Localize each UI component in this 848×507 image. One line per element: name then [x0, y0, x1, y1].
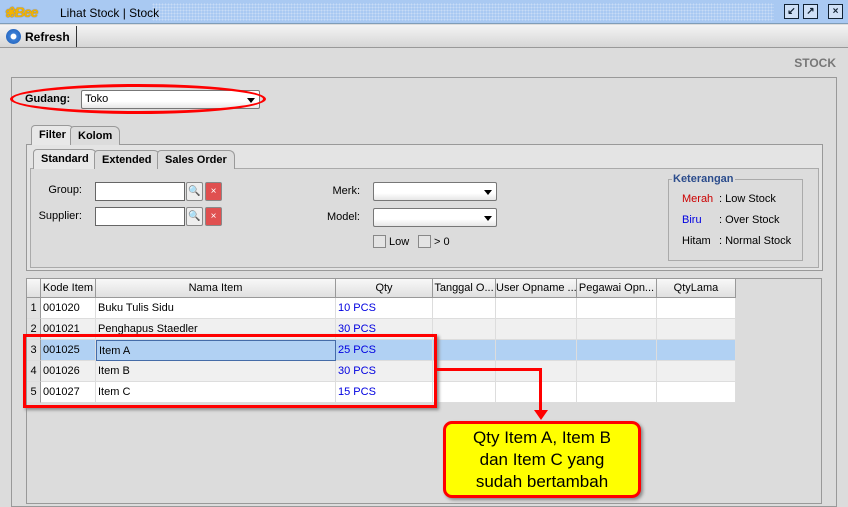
- search-icon[interactable]: 🔍: [186, 182, 203, 201]
- low-checkbox[interactable]: [373, 235, 386, 248]
- legend-hitam-desc: : Normal Stock: [719, 235, 792, 247]
- column-header[interactable]: Qty: [336, 279, 433, 298]
- table-cell[interactable]: [433, 298, 496, 319]
- legend-biru-desc: : Over Stock: [719, 214, 780, 226]
- tab-sales-order[interactable]: Sales Order: [157, 150, 235, 169]
- legend-title: Keterangan: [672, 173, 735, 185]
- table-cell[interactable]: [577, 298, 657, 319]
- highlight-box: [23, 334, 437, 408]
- table-cell[interactable]: [577, 382, 657, 403]
- tab-standard[interactable]: Standard: [33, 149, 97, 169]
- supplier-input[interactable]: [95, 207, 185, 226]
- column-header[interactable]: QtyLama: [657, 279, 736, 298]
- table-cell[interactable]: [496, 340, 577, 361]
- arrow-line: [539, 368, 542, 413]
- refresh-label: Refresh: [25, 29, 70, 44]
- merk-select[interactable]: [373, 182, 497, 201]
- clear-icon[interactable]: ×: [205, 207, 222, 226]
- toolbar: Refresh: [0, 25, 848, 48]
- tab-kolom[interactable]: Kolom: [70, 126, 121, 145]
- table-cell[interactable]: [657, 298, 736, 319]
- table-cell[interactable]: [433, 382, 496, 403]
- group-label: Group:: [48, 184, 82, 196]
- column-header[interactable]: Tanggal O...: [433, 279, 496, 298]
- restore-icon[interactable]: ↙: [784, 4, 799, 19]
- low-label: Low: [389, 236, 410, 248]
- row-number-header: [27, 279, 41, 298]
- qty-cell[interactable]: 10 PCS: [336, 298, 433, 319]
- column-header[interactable]: User Opname ...: [496, 279, 577, 298]
- table-cell[interactable]: [496, 298, 577, 319]
- table-cell[interactable]: [577, 340, 657, 361]
- gt0-label: > 0: [434, 236, 450, 248]
- table-cell[interactable]: [577, 361, 657, 382]
- column-header[interactable]: Nama Item: [96, 279, 336, 298]
- chevron-down-icon: [484, 216, 492, 221]
- page-heading: STOCK: [794, 56, 836, 70]
- callout: Qty Item A, Item B dan Item C yang sudah…: [443, 421, 641, 498]
- table-cell[interactable]: [657, 319, 736, 340]
- search-icon[interactable]: 🔍: [186, 207, 203, 226]
- legend-merah-desc: : Low Stock: [719, 193, 776, 205]
- kode-cell[interactable]: 001020: [41, 298, 96, 319]
- supplier-label: Supplier:: [38, 210, 82, 222]
- refresh-icon: [6, 29, 21, 44]
- table-cell[interactable]: [496, 382, 577, 403]
- arrow-line: [437, 368, 542, 371]
- gt0-checkbox[interactable]: [418, 235, 431, 248]
- table-cell[interactable]: [657, 340, 736, 361]
- table-cell[interactable]: [577, 319, 657, 340]
- table-cell[interactable]: [433, 361, 496, 382]
- nama-cell[interactable]: Buku Tulis Sidu: [96, 298, 336, 319]
- arrow-head-icon: [534, 410, 548, 420]
- bee-logo: ❀Bee: [4, 4, 38, 20]
- highlight-ellipse: [10, 84, 266, 114]
- table-cell[interactable]: [657, 382, 736, 403]
- legend-hitam: Hitam: [682, 235, 711, 247]
- table-cell[interactable]: [433, 319, 496, 340]
- table-cell[interactable]: [433, 340, 496, 361]
- clear-icon[interactable]: ×: [205, 182, 222, 201]
- model-select[interactable]: [373, 208, 497, 227]
- tab-filter[interactable]: Filter: [31, 125, 74, 145]
- maximize-icon[interactable]: ↗: [803, 4, 818, 19]
- table-cell[interactable]: [496, 319, 577, 340]
- window-title: Lihat Stock | Stock: [60, 6, 160, 20]
- group-input[interactable]: [95, 182, 185, 201]
- model-label: Model:: [326, 211, 360, 223]
- merk-label: Merk:: [332, 185, 361, 197]
- close-icon[interactable]: ×: [828, 4, 843, 19]
- table-row[interactable]: 1 001020 Buku Tulis Sidu 10 PCS: [27, 298, 736, 319]
- table-cell[interactable]: [657, 361, 736, 382]
- refresh-button[interactable]: Refresh: [3, 26, 77, 47]
- legend-merah: Merah: [682, 193, 714, 205]
- chevron-down-icon: [484, 190, 492, 195]
- row-number: 1: [27, 298, 41, 319]
- column-header[interactable]: Kode Item: [41, 279, 96, 298]
- table-cell[interactable]: [496, 361, 577, 382]
- legend-biru: Biru: [682, 214, 702, 226]
- column-header[interactable]: Pegawai Opn...: [577, 279, 657, 298]
- title-bar: ❀Bee Lihat Stock | Stock ↙ ↗ ×: [0, 0, 848, 24]
- tab-extended[interactable]: Extended: [94, 150, 160, 169]
